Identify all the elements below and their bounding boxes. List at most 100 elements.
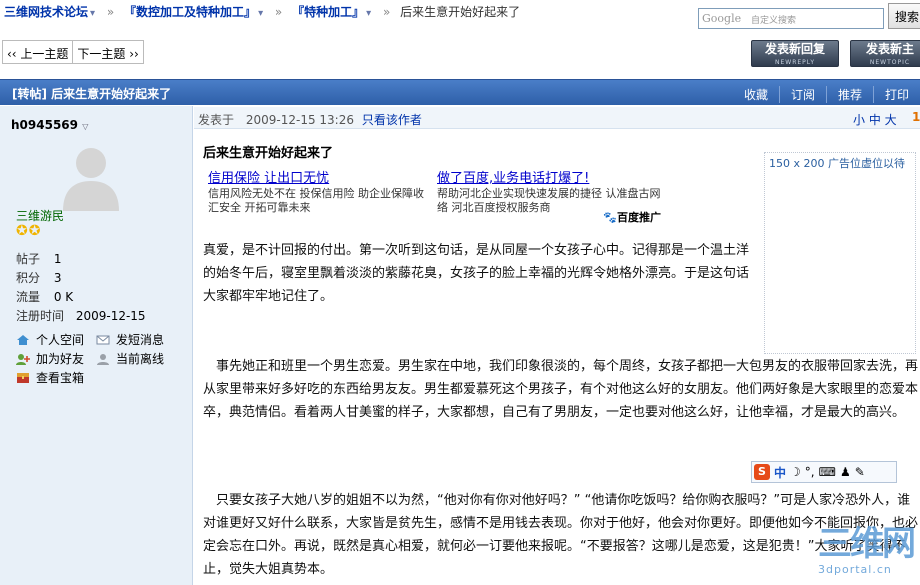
post-title: 后来生意开始好起来了 bbox=[203, 146, 334, 161]
online-status-label: 当前离线 bbox=[116, 352, 165, 366]
chevron-down-icon: ▽ bbox=[82, 122, 89, 131]
stat-value: 0 K bbox=[53, 290, 74, 304]
thread-tools: 收藏 订阅 推荐 打印 bbox=[733, 86, 920, 103]
user-icon[interactable]: ♟ bbox=[840, 465, 851, 479]
breadcrumb-current: 后来生意开始好起来了 bbox=[400, 5, 521, 19]
stat-posts: 帖子 1 bbox=[16, 250, 61, 267]
envelope-icon bbox=[96, 335, 110, 345]
subscribe-link[interactable]: 订阅 bbox=[778, 86, 826, 103]
print-link[interactable]: 打印 bbox=[872, 86, 920, 103]
dropdown-arrow-icon[interactable]: ▾ bbox=[366, 8, 371, 19]
baidu-ad-box: 信用保险 让出口无忧 信用风险无处不在 投保信用险 助企业保障收汇安全 开拓可靠… bbox=[203, 165, 663, 227]
breadcrumb-board-cnc[interactable]: 『数控加工及特种加工』 bbox=[124, 5, 256, 19]
send-message-link[interactable]: 发短消息 bbox=[96, 331, 164, 348]
baidu-promotion-badge[interactable]: 🐾百度推广 bbox=[603, 209, 661, 225]
user-group: 三维游民 bbox=[16, 209, 65, 223]
punctuation-icon[interactable]: °, bbox=[805, 465, 815, 479]
sogou-logo-icon: S bbox=[754, 464, 770, 480]
add-friend-link[interactable]: 加为好友 bbox=[16, 350, 84, 367]
author-name[interactable]: h0945569 ▽ bbox=[11, 118, 88, 132]
breadcrumb: 三维网技术论坛 ▾ » 『数控加工及特种加工』 ▾ » 『特种加工』 ▾ » 后来生意… bbox=[4, 3, 520, 20]
author-name-text: h0945569 bbox=[11, 118, 78, 132]
new-topic-label: 发表新主 bbox=[865, 42, 914, 56]
new-reply-label: 发表新回复 bbox=[764, 42, 825, 56]
personal-space-label: 个人空间 bbox=[36, 333, 85, 347]
post-paragraph: 只要女孩子大她八岁的姐姐不以为然，“他对你有你对他好吗？” “他请你吃饭吗？给你… bbox=[203, 493, 919, 577]
dropdown-arrow-icon[interactable]: ▾ bbox=[90, 8, 95, 19]
ad-item[interactable]: 信用保险 让出口无忧 信用风险无处不在 投保信用险 助企业保障收汇安全 开拓可靠… bbox=[208, 167, 433, 215]
floor-number: 1 bbox=[912, 110, 920, 124]
baidu-paw-icon: 🐾 bbox=[603, 211, 617, 224]
ad-placeholder[interactable]: 150 x 200 广告位虚位以待 bbox=[764, 152, 916, 354]
view-author-only-link[interactable]: 只看该作者 bbox=[362, 113, 422, 127]
stat-label: 注册时间 bbox=[16, 309, 65, 323]
ime-toolbar[interactable]: S 中 ☽ °, ⌨ ♟ ✎ bbox=[751, 461, 897, 483]
breadcrumb-separator-icon: » bbox=[274, 5, 283, 19]
treasure-box-link[interactable]: 查看宝箱 bbox=[16, 369, 84, 386]
stat-label: 流量 bbox=[16, 290, 41, 304]
ad-item[interactable]: 做了百度,业务电话打爆了! 帮助河北企业实现快速发展的捷径 认准盘古网络 河北百… bbox=[437, 167, 662, 215]
treasure-chest-icon bbox=[17, 373, 29, 383]
new-reply-button[interactable]: 发表新回复 NEWREPLY bbox=[751, 40, 839, 67]
posted-time: 2009-12-15 13:26 bbox=[245, 113, 354, 127]
thread-tag[interactable]: [转帖] bbox=[12, 87, 47, 101]
stat-points: 积分 3 bbox=[16, 269, 61, 286]
post-paragraph: 事先她正和班里一个男生恋爱。男生家在中地，我们印象很淡的，每个周终，女孩子都把一… bbox=[203, 359, 919, 420]
top-bar: 三维网技术论坛 ▾ » 『数控加工及特种加工』 ▾ » 『特种加工』 ▾ » 后来生意… bbox=[0, 0, 920, 32]
add-friend-icon bbox=[16, 354, 30, 365]
home-icon bbox=[17, 335, 29, 345]
stat-traffic: 流量 0 K bbox=[16, 288, 73, 305]
rank-stars: ✪✪ bbox=[16, 223, 42, 239]
ad-title[interactable]: 做了百度,业务电话打爆了! bbox=[437, 167, 662, 186]
new-reply-sublabel: NEWREPLY bbox=[774, 59, 815, 66]
author-sidebar: h0945569 ▽ 三维游民 ✪✪ 帖子 1 积分 3 流量 0 K 注册时间… bbox=[0, 106, 193, 585]
site-watermark: 三维网 3dportal.cn bbox=[818, 525, 918, 583]
post-paragraph: 真爱，是不计回报的付出。第一次听到这句话，是从同屋一个女孩子心中。记得那是一个温… bbox=[203, 243, 750, 304]
offline-user-icon bbox=[97, 354, 109, 365]
ad-title[interactable]: 信用保险 让出口无忧 bbox=[208, 167, 433, 186]
thread-header: [转帖] 后来生意开始好起来了 收藏 订阅 推荐 打印 bbox=[0, 79, 920, 105]
watermark-logo: 三维网 bbox=[818, 524, 916, 564]
thread-title: [转帖] 后来生意开始好起来了 bbox=[12, 85, 171, 102]
breadcrumb-separator-icon: » bbox=[106, 5, 115, 19]
stat-value: 2009-12-15 bbox=[75, 309, 146, 323]
treasure-box-label: 查看宝箱 bbox=[36, 371, 85, 385]
thread-title-text: 后来生意开始好起来了 bbox=[51, 87, 172, 101]
stat-value: 3 bbox=[53, 271, 62, 285]
stat-register-date: 注册时间 2009-12-15 bbox=[16, 307, 146, 324]
watermark-url: 3dportal.cn bbox=[818, 563, 892, 576]
online-status: 当前离线 bbox=[96, 350, 164, 367]
add-friend-label: 加为好友 bbox=[36, 352, 85, 366]
search-button[interactable]: 搜索 bbox=[888, 3, 920, 29]
keyboard-icon[interactable]: ⌨ bbox=[819, 465, 836, 479]
moon-icon[interactable]: ☽ bbox=[790, 465, 801, 479]
new-topic-sublabel: NEWTOPIC bbox=[869, 59, 911, 66]
breadcrumb-separator-icon: » bbox=[382, 5, 391, 19]
thread-pagination: ‹‹ 上一主题 下一主题 ›› bbox=[2, 40, 144, 64]
post-header: 发表于 2009-12-15 13:26 只看该作者 小 中 大 1 bbox=[194, 107, 920, 129]
ad-description: 信用风险无处不在 投保信用险 助企业保障收汇安全 开拓可靠未来 bbox=[208, 187, 424, 214]
posted-prefix: 发表于 bbox=[198, 113, 235, 127]
post-meta: 发表于 2009-12-15 13:26 只看该作者 bbox=[198, 111, 422, 128]
personal-space-link[interactable]: 个人空间 bbox=[16, 331, 84, 348]
google-logo: Google bbox=[702, 12, 742, 25]
wrench-icon[interactable]: ✎ bbox=[855, 465, 865, 479]
new-topic-button[interactable]: 发表新主 NEWTOPIC bbox=[850, 40, 920, 67]
font-size-switcher[interactable]: 小 中 大 bbox=[853, 111, 897, 128]
prev-topic-link[interactable]: ‹‹ 上一主题 bbox=[3, 41, 72, 63]
breadcrumb-forum[interactable]: 三维网技术论坛 bbox=[4, 5, 88, 19]
baidu-promotion-label: 百度推广 bbox=[617, 211, 661, 224]
favorite-link[interactable]: 收藏 bbox=[733, 86, 779, 103]
search-input[interactable]: Google 自定义搜索 bbox=[698, 8, 884, 29]
send-message-label: 发短消息 bbox=[116, 333, 165, 347]
next-topic-link[interactable]: 下一主题 ›› bbox=[73, 41, 142, 63]
breadcrumb-board-special[interactable]: 『特种加工』 bbox=[292, 5, 364, 19]
dropdown-arrow-icon[interactable]: ▾ bbox=[258, 8, 263, 19]
avatar[interactable] bbox=[55, 139, 127, 211]
stat-label: 帖子 bbox=[16, 252, 41, 266]
stat-label: 积分 bbox=[16, 271, 41, 285]
recommend-link[interactable]: 推荐 bbox=[825, 86, 873, 103]
search-placeholder: 自定义搜索 bbox=[751, 16, 797, 26]
ime-mode-label[interactable]: 中 bbox=[774, 464, 786, 481]
stat-value: 1 bbox=[53, 252, 62, 266]
